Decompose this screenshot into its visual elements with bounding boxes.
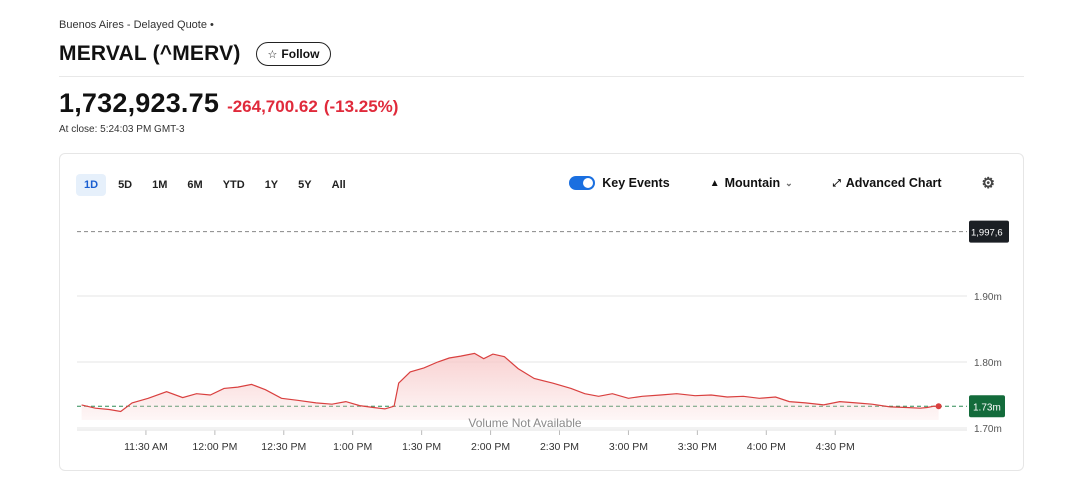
- close-time: At close: 5:24:03 PM GMT-3: [59, 124, 185, 135]
- x-tick-label: 1:00 PM: [333, 441, 372, 453]
- x-tick-label: 1:30 PM: [402, 441, 441, 453]
- title-row: MERVAL (^MERV) ☆ Follow: [59, 42, 332, 66]
- previous-close-label: 1,997,6: [971, 228, 1003, 239]
- y-tick-label: 1.90m: [974, 292, 1002, 303]
- y-tick-label: 1.70m: [974, 424, 1002, 435]
- follow-button[interactable]: ☆ Follow: [255, 42, 332, 66]
- follow-label: Follow: [281, 47, 320, 61]
- price-change-percent: (-13.25%): [323, 97, 399, 116]
- x-tick-label: 3:00 PM: [609, 441, 648, 453]
- price-row: 1,732,923.75 -264,700.62 (-13.25%): [59, 88, 398, 119]
- header-divider: [59, 76, 1024, 77]
- x-tick-label: 12:00 PM: [192, 441, 237, 453]
- page-title: MERVAL (^MERV): [59, 42, 241, 65]
- current-price: 1,732,923.75: [59, 88, 220, 118]
- x-tick-label: 11:30 AM: [124, 441, 168, 453]
- x-tick-label: 2:30 PM: [540, 441, 579, 453]
- y-tick-label: 1.80m: [974, 358, 1002, 369]
- price-chart[interactable]: 1.70m 1.80m 1.90m Volume Not Available 11:30…: [60, 154, 1023, 470]
- last-price-label: 1.73m: [973, 402, 1001, 413]
- x-tick-label: 4:00 PM: [747, 441, 786, 453]
- x-tick-label: 3:30 PM: [678, 441, 717, 453]
- x-tick-label: 2:00 PM: [471, 441, 510, 453]
- x-tick-label: 12:30 PM: [261, 441, 306, 453]
- x-tick-label: 4:30 PM: [816, 441, 855, 453]
- volume-note: Volume Not Available: [468, 416, 582, 430]
- last-point-marker: [935, 403, 942, 410]
- exchange-label: Buenos Aires - Delayed Quote •: [59, 19, 214, 31]
- star-icon: ☆: [267, 48, 278, 61]
- chart-card: 1D 5D 1M 6M YTD 1Y 5Y All Key Events ▲ Mountain…: [59, 153, 1024, 471]
- series-area: [81, 353, 939, 420]
- price-change: -264,700.62: [227, 97, 318, 116]
